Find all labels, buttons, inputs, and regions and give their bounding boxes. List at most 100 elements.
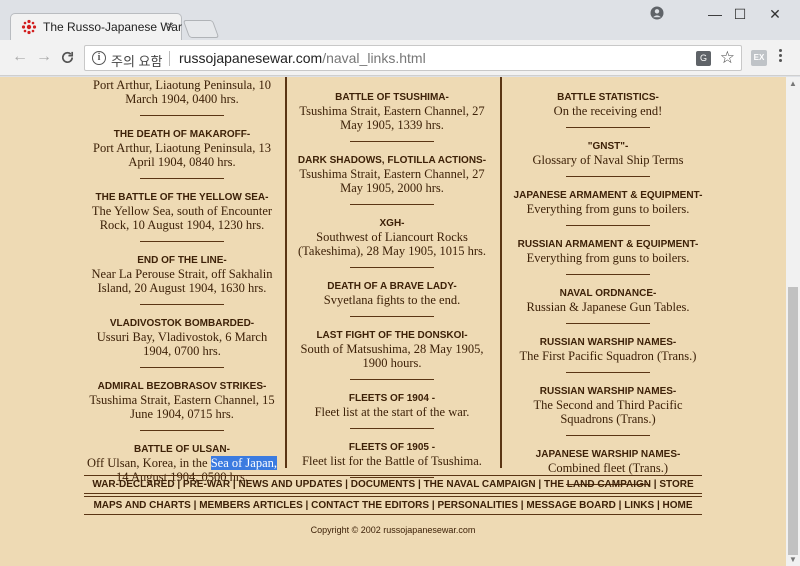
extension-icon[interactable]: EX bbox=[751, 50, 767, 66]
footer-nav-link[interactable]: MESSAGE BOARD bbox=[526, 500, 615, 511]
entry-title-link[interactable]: THE BATTLE OF THE YELLOW SEA- bbox=[82, 191, 282, 204]
entry-title-link[interactable]: END OF THE LINE- bbox=[82, 254, 282, 267]
url-text[interactable]: russojapanesewar.com/naval_links.html bbox=[179, 50, 426, 66]
entry-divider bbox=[140, 178, 224, 179]
entry-description: Everything from guns to boilers. bbox=[526, 251, 690, 265]
scroll-down-icon[interactable]: ▼ bbox=[789, 555, 797, 564]
entry-divider bbox=[350, 267, 434, 268]
footer-nav-link[interactable]: HOME bbox=[663, 500, 693, 511]
entry-divider bbox=[140, 367, 224, 368]
entry-title-link[interactable]: VLADIVOSTOK BOMBARDED- bbox=[82, 317, 282, 330]
entry-divider bbox=[350, 316, 434, 317]
footer-nav-link[interactable]: WAR-DECLARED bbox=[92, 479, 174, 490]
link-entry: DEATH OF A BRAVE LADY- Svyetlana fights t… bbox=[292, 280, 492, 317]
entry-description: Russian & Japanese Gun Tables. bbox=[526, 300, 690, 314]
tab-close-icon[interactable]: × bbox=[166, 18, 174, 33]
menu-icon[interactable] bbox=[779, 49, 783, 64]
nav-separator: | bbox=[415, 479, 424, 490]
entry-description: Fleet list for the Battle of Tsushima. bbox=[302, 454, 482, 468]
link-entry: BATTLE OF TSUSHIMA- Tsushima Strait, East… bbox=[292, 91, 492, 142]
footer-nav-link[interactable]: THE LAND CAMPAIGN bbox=[544, 479, 651, 490]
link-entry: ADMIRAL BEZOBRASOV STRIKES- Tsushima Stra… bbox=[82, 380, 282, 431]
link-entry: DARK SHADOWS, FLOTILLA ACTIONS- Tsushima … bbox=[292, 154, 492, 205]
entry-divider bbox=[350, 141, 434, 142]
nav-separator: | bbox=[654, 500, 663, 511]
nav-separator: | bbox=[535, 479, 544, 490]
entry-description: Everything from guns to boilers. bbox=[526, 202, 690, 216]
nav-separator: | bbox=[615, 500, 625, 511]
footer-nav-row-1: WAR-DECLARED | PRE-WAR | NEWS AND UPDATE… bbox=[84, 479, 702, 490]
entry-title-link[interactable]: DARK SHADOWS, FLOTILLA ACTIONS- bbox=[292, 154, 492, 167]
link-entry: XGH- Southwest of Liancourt Rocks (Takesh… bbox=[292, 217, 492, 268]
entry-title-link[interactable]: THE DEATH OF MAKAROFF- bbox=[82, 128, 282, 141]
footer-nav-link[interactable]: MEMBERS ARTICLES bbox=[199, 500, 303, 511]
profile-icon[interactable] bbox=[650, 6, 664, 20]
entry-title-link[interactable]: FLEETS OF 1904 - bbox=[292, 392, 492, 405]
footer-nav-link[interactable]: DOCUMENTS bbox=[351, 479, 415, 490]
link-entry: LAST FIGHT OF THE DONSKOI- South of Matsu… bbox=[292, 329, 492, 380]
entry-title-link[interactable]: RUSSIAN WARSHIP NAMES- bbox=[508, 385, 708, 398]
entry-title-link[interactable]: BATTLE OF ULSAN- bbox=[82, 443, 282, 456]
scroll-thumb[interactable] bbox=[788, 287, 798, 555]
browser-tab[interactable]: The Russo-Japanese War × bbox=[10, 13, 182, 40]
column-1: MAKAROFF ARRIVES-Port Arthur, Liaotung P… bbox=[82, 77, 282, 506]
entry-divider bbox=[140, 430, 224, 431]
translate-icon[interactable]: G bbox=[696, 51, 711, 66]
link-entry: NAVAL ORDNANCE- Russian & Japanese Gun Ta… bbox=[508, 287, 708, 324]
entry-description: Tsushima Strait, Eastern Channel, 27 May… bbox=[299, 104, 485, 132]
entry-description: Combined fleet (Trans.) bbox=[547, 461, 668, 475]
entry-title-link[interactable]: BATTLE OF TSUSHIMA- bbox=[292, 91, 492, 104]
omnibox-separator bbox=[169, 51, 170, 66]
entry-title-link[interactable]: DEATH OF A BRAVE LADY- bbox=[292, 280, 492, 293]
new-tab-button[interactable] bbox=[182, 20, 220, 38]
entry-title-link[interactable]: NAVAL ORDNANCE- bbox=[508, 287, 708, 300]
info-icon[interactable]: i bbox=[92, 51, 106, 65]
entry-description: The Yellow Sea, south of Encounter Rock,… bbox=[91, 204, 273, 232]
entry-title-link[interactable]: FLEETS OF 1905 - bbox=[292, 441, 492, 454]
footer-nav-link[interactable]: PRE-WAR bbox=[183, 479, 230, 490]
entry-title-link[interactable]: LAST FIGHT OF THE DONSKOI- bbox=[292, 329, 492, 342]
url-host: russojapanesewar.com bbox=[179, 50, 323, 66]
entry-title-link[interactable]: JAPANESE WARSHIP NAMES- bbox=[508, 448, 708, 461]
footer-nav-link[interactable]: NEWS AND UPDATES bbox=[239, 479, 343, 490]
back-button[interactable]: ← bbox=[12, 48, 28, 66]
site-favicon-icon bbox=[21, 19, 37, 35]
footer-nav-link[interactable]: THE NAVAL CAMPAIGN bbox=[424, 479, 536, 490]
selected-text: Sea of Japan, bbox=[210, 456, 277, 470]
nav-separator: | bbox=[302, 500, 312, 511]
entry-description: Fleet list at the start of the war. bbox=[314, 405, 470, 419]
entry-title-link[interactable]: BATTLE STATISTICS- bbox=[508, 91, 708, 104]
entry-description: Glossary of Naval Ship Terms bbox=[532, 153, 684, 167]
link-entry: FLEETS OF 1904 - Fleet list at the start … bbox=[292, 392, 492, 429]
entry-description: The First Pacific Squadron (Trans.) bbox=[519, 349, 697, 363]
link-entry: BATTLE STATISTICS- On the receiving end! bbox=[508, 91, 708, 128]
footer-nav-link[interactable]: MAPS AND CHARTS bbox=[93, 500, 190, 511]
scroll-up-icon[interactable]: ▲ bbox=[789, 79, 797, 88]
vertical-scrollbar[interactable]: ▲ ▼ bbox=[786, 77, 800, 566]
entry-description: The Second and Third Pacific Squadrons (… bbox=[533, 398, 683, 426]
entry-divider bbox=[566, 372, 650, 373]
entry-description: Southwest of Liancourt Rocks (Takeshima)… bbox=[298, 230, 486, 258]
entry-title-link[interactable]: JAPANESE ARMAMENT & EQUIPMENT- bbox=[508, 189, 708, 202]
entry-title-link[interactable]: RUSSIAN WARSHIP NAMES- bbox=[508, 336, 708, 349]
footer-nav-link[interactable]: STORE bbox=[659, 479, 693, 490]
forward-button[interactable]: → bbox=[36, 48, 52, 66]
footer-nav-link[interactable]: LINKS bbox=[624, 500, 654, 511]
footer-nav-link[interactable]: PERSONALITIES bbox=[437, 500, 518, 511]
close-window-button[interactable]: ✕ bbox=[752, 0, 798, 28]
entry-title-link[interactable]: XGH- bbox=[292, 217, 492, 230]
reload-icon[interactable] bbox=[60, 50, 75, 65]
bookmark-star-icon[interactable]: ☆ bbox=[720, 48, 735, 68]
entry-divider bbox=[566, 176, 650, 177]
address-bar[interactable]: i 주의 요함 russojapanesewar.com/naval_links… bbox=[84, 45, 742, 71]
footer-nav-link[interactable]: CONTACT THE EDITORS bbox=[311, 500, 429, 511]
entry-divider bbox=[140, 304, 224, 305]
link-entry: RUSSIAN WARSHIP NAMES- The Second and Thi… bbox=[508, 385, 708, 436]
entry-title-link[interactable]: RUSSIAN ARMAMENT & EQUIPMENT- bbox=[508, 238, 708, 251]
entry-description: Ussuri Bay, Vladivostok, 6 March 1904, 0… bbox=[96, 330, 268, 358]
entry-title-link[interactable]: ADMIRAL BEZOBRASOV STRIKES- bbox=[82, 380, 282, 393]
entry-description: Svyetlana fights to the end. bbox=[323, 293, 461, 307]
entry-title-link[interactable]: "GNST"- bbox=[508, 140, 708, 153]
entry-divider bbox=[140, 241, 224, 242]
entry-divider bbox=[566, 274, 650, 275]
